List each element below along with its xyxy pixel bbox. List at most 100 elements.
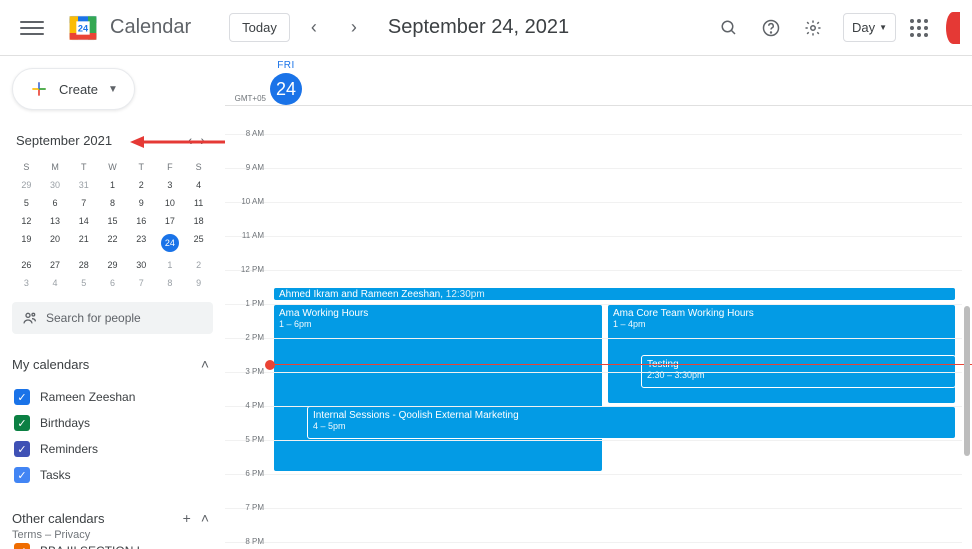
mini-day[interactable]: 19 bbox=[12, 230, 41, 256]
hour-label: 8 PM bbox=[225, 537, 270, 546]
calendar-logo-icon: 24 bbox=[68, 13, 98, 43]
main-view: GMT+05 FRI 24 Ahmed Ikram and Rameen Zee… bbox=[225, 56, 972, 549]
calendar-checkbox[interactable]: ✓ bbox=[14, 415, 30, 431]
mini-day[interactable]: 29 bbox=[12, 176, 41, 194]
my-calendars-header[interactable]: My calendars ˄ bbox=[12, 348, 213, 380]
hour-row bbox=[225, 270, 962, 304]
hour-label: 1 PM bbox=[225, 299, 270, 308]
time-grid[interactable]: Ahmed Ikram and Rameen Zeeshan, 12:30pm … bbox=[225, 106, 972, 549]
hour-row bbox=[225, 474, 962, 508]
next-button[interactable]: › bbox=[338, 12, 370, 44]
mini-day[interactable]: 4 bbox=[184, 176, 213, 194]
help-icon[interactable] bbox=[753, 10, 789, 46]
hour-label: 9 AM bbox=[225, 163, 270, 172]
hour-label: 2 PM bbox=[225, 333, 270, 342]
chevron-up-icon: ˄ bbox=[197, 352, 213, 376]
svg-text:24: 24 bbox=[78, 23, 89, 33]
hour-row bbox=[225, 134, 962, 168]
settings-icon[interactable] bbox=[795, 10, 831, 46]
search-icon[interactable] bbox=[711, 10, 747, 46]
mini-day[interactable]: 7 bbox=[69, 194, 98, 212]
calendar-item[interactable]: ✓Reminders bbox=[12, 436, 213, 462]
today-button[interactable]: Today bbox=[229, 13, 290, 42]
mini-day[interactable]: 2 bbox=[127, 176, 156, 194]
mini-day[interactable]: 12 bbox=[12, 212, 41, 230]
calendar-item[interactable]: ✓ Tasks bbox=[12, 462, 213, 488]
mini-day[interactable]: 3 bbox=[156, 176, 185, 194]
mini-day[interactable]: 9 bbox=[127, 194, 156, 212]
add-calendar-button[interactable]: + bbox=[179, 506, 195, 530]
header-bar: 24 Calendar Today ‹ › September 24, 2021… bbox=[0, 0, 972, 56]
calendar-checkbox[interactable]: ✓ bbox=[14, 389, 30, 405]
chevron-up-icon: ˄ bbox=[197, 506, 213, 530]
view-label: Day bbox=[852, 20, 875, 35]
calendar-checkbox[interactable]: ✓ bbox=[14, 543, 30, 549]
mini-day[interactable]: 1 bbox=[98, 176, 127, 194]
create-button[interactable]: Create ▼ bbox=[12, 68, 135, 110]
date-title: September 24, 2021 bbox=[388, 16, 569, 39]
mini-day[interactable]: 14 bbox=[69, 212, 98, 230]
calendar-item[interactable]: ✓Rameen Zeeshan bbox=[12, 384, 213, 410]
menu-icon[interactable] bbox=[12, 8, 52, 48]
mini-day[interactable]: 2 bbox=[184, 256, 213, 274]
mini-day[interactable]: 17 bbox=[156, 212, 185, 230]
hour-label: 10 AM bbox=[225, 197, 270, 206]
mini-day[interactable]: 10 bbox=[156, 194, 185, 212]
mini-day[interactable]: 11 bbox=[184, 194, 213, 212]
privacy-link[interactable]: Privacy bbox=[54, 529, 90, 541]
mini-day[interactable]: 8 bbox=[98, 194, 127, 212]
day-number[interactable]: 24 bbox=[270, 73, 302, 105]
mini-day[interactable]: 23 bbox=[127, 230, 156, 256]
mini-day[interactable]: 31 bbox=[69, 176, 98, 194]
mini-day[interactable]: 4 bbox=[41, 274, 70, 292]
mini-day[interactable]: 8 bbox=[156, 274, 185, 292]
calendar-label: BBA III SECTION L bbox=[40, 544, 143, 549]
view-selector[interactable]: Day▼ bbox=[843, 13, 896, 42]
search-people-placeholder: Search for people bbox=[46, 311, 141, 325]
people-icon bbox=[22, 310, 38, 326]
mini-day[interactable]: 5 bbox=[69, 274, 98, 292]
mini-day[interactable]: 5 bbox=[12, 194, 41, 212]
mini-grid: SMTWTFS 2930311234 567891011 12131415161… bbox=[12, 158, 213, 292]
mini-day[interactable]: 30 bbox=[41, 176, 70, 194]
calendar-item[interactable]: ✓Birthdays bbox=[12, 410, 213, 436]
mini-day[interactable]: 21 bbox=[69, 230, 98, 256]
mini-day[interactable]: 13 bbox=[41, 212, 70, 230]
prev-button[interactable]: ‹ bbox=[298, 12, 330, 44]
mini-day[interactable]: 18 bbox=[184, 212, 213, 230]
hour-row bbox=[225, 338, 962, 372]
mini-day[interactable]: 7 bbox=[127, 274, 156, 292]
mini-day[interactable]: 3 bbox=[12, 274, 41, 292]
search-people-input[interactable]: Search for people bbox=[12, 302, 213, 334]
mini-day[interactable]: 28 bbox=[69, 256, 98, 274]
scrollbar-thumb[interactable] bbox=[964, 306, 970, 456]
mini-day[interactable]: 25 bbox=[184, 230, 213, 256]
mini-prev-button[interactable]: ‹ bbox=[184, 128, 197, 152]
terms-link[interactable]: Terms bbox=[12, 529, 42, 541]
mini-day[interactable]: 9 bbox=[184, 274, 213, 292]
mini-next-button[interactable]: › bbox=[196, 128, 209, 152]
calendar-label: Tasks bbox=[40, 468, 71, 482]
calendar-checkbox[interactable]: ✓ bbox=[14, 441, 30, 457]
hour-label: 12 PM bbox=[225, 265, 270, 274]
avatar[interactable] bbox=[946, 12, 960, 44]
mini-day[interactable]: 27 bbox=[41, 256, 70, 274]
mini-day[interactable]: 22 bbox=[98, 230, 127, 256]
calendar-checkbox[interactable]: ✓ bbox=[14, 467, 30, 483]
mini-day[interactable]: 15 bbox=[98, 212, 127, 230]
hour-label: 5 PM bbox=[225, 435, 270, 444]
mini-day[interactable]: 30 bbox=[127, 256, 156, 274]
mini-day-selected[interactable]: 24 bbox=[156, 230, 185, 256]
mini-day[interactable]: 1 bbox=[156, 256, 185, 274]
footer: Terms – Privacy bbox=[12, 529, 90, 541]
chevron-down-icon: ▼ bbox=[108, 84, 118, 95]
mini-day[interactable]: 29 bbox=[98, 256, 127, 274]
hour-row bbox=[225, 508, 962, 542]
mini-day[interactable]: 16 bbox=[127, 212, 156, 230]
apps-icon[interactable] bbox=[902, 11, 936, 45]
mini-day[interactable]: 6 bbox=[41, 194, 70, 212]
mini-day[interactable]: 20 bbox=[41, 230, 70, 256]
hour-row bbox=[225, 406, 962, 440]
mini-day[interactable]: 6 bbox=[98, 274, 127, 292]
mini-day[interactable]: 26 bbox=[12, 256, 41, 274]
